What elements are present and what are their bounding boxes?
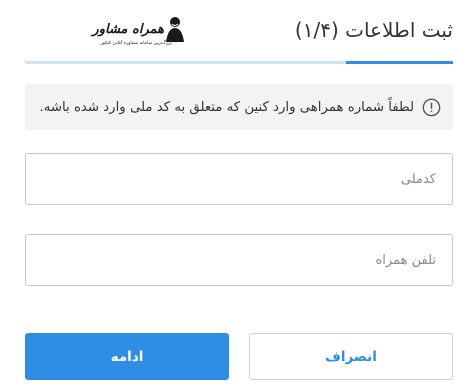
logo-person-icon [166, 17, 184, 42]
phone-input[interactable] [26, 235, 452, 285]
national-id-field[interactable] [25, 153, 453, 205]
continue-button[interactable]: ادامه [25, 333, 229, 380]
national-id-input[interactable] [26, 154, 452, 204]
page-title: ثبت اطلاعات (۱/۴) [294, 18, 453, 42]
phone-field[interactable] [25, 234, 453, 286]
brand-logo: همراه مشاور بزرگ‌ترین سامانه مشاوره آنلا… [90, 17, 184, 46]
cancel-button[interactable]: انصراف [249, 333, 453, 380]
progress-fill [346, 61, 453, 64]
notice-text: لطفاً شماره همراهی وارد کنین که متعلق به… [39, 99, 414, 115]
progress-bar [25, 61, 453, 64]
info-notice: لطفاً شماره همراهی وارد کنین که متعلق به… [25, 84, 453, 130]
info-circle-icon [422, 98, 441, 116]
logo-subtitle: بزرگ‌ترین سامانه مشاوره آنلاین کنکور [99, 40, 172, 46]
logo-text: همراه مشاور [90, 22, 164, 37]
